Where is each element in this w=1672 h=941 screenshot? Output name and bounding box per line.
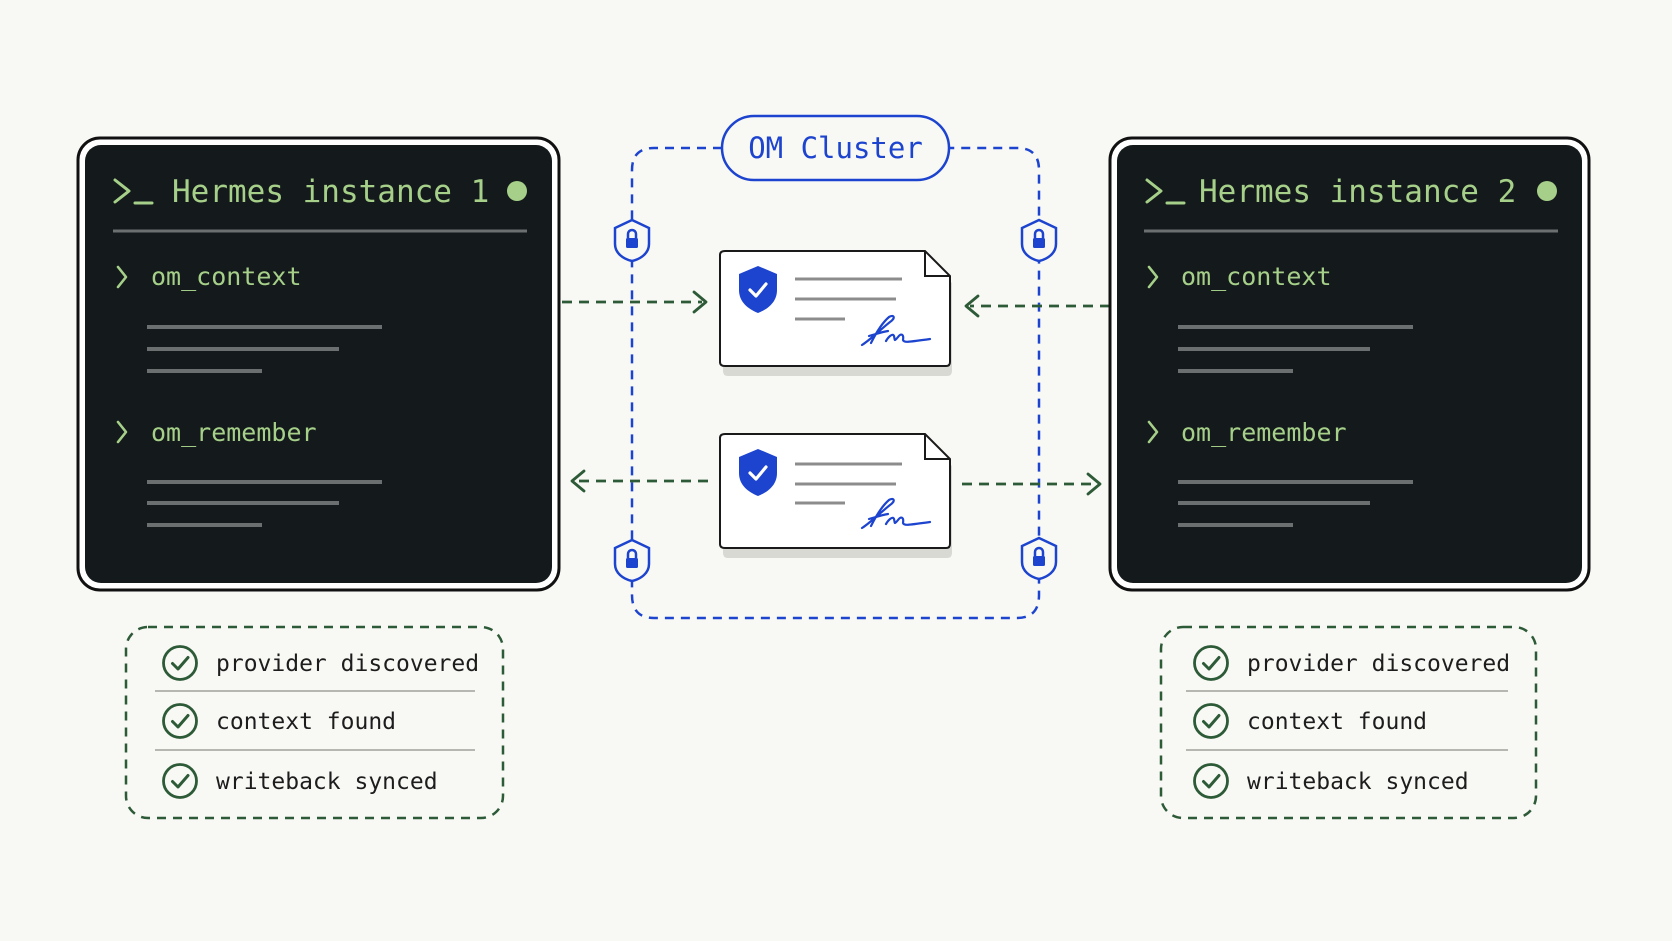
command-label: om_remember bbox=[1181, 418, 1347, 447]
check-circle-icon bbox=[162, 703, 198, 739]
check-circle-icon bbox=[1193, 763, 1229, 799]
command-label: om_context bbox=[151, 262, 302, 291]
check-circle-icon bbox=[162, 645, 198, 681]
lock-shield-icon bbox=[613, 218, 651, 262]
check-circle-icon bbox=[162, 763, 198, 799]
cluster-label: OM Cluster bbox=[748, 131, 923, 165]
command-label: om_remember bbox=[151, 418, 317, 447]
status-dot-icon bbox=[507, 181, 527, 201]
lock-shield-icon bbox=[1020, 536, 1058, 580]
arrow-instance1-to-document bbox=[562, 290, 708, 314]
arrow-document-to-instance1 bbox=[570, 469, 708, 493]
signed-document-1 bbox=[719, 250, 952, 376]
terminal-instance-2: Hermes instance 2 om_context om_remember bbox=[1108, 136, 1591, 592]
check-circle-icon bbox=[1193, 703, 1229, 739]
check-circle-icon bbox=[1193, 645, 1229, 681]
status-checklist-1: provider discovered context found writeb… bbox=[124, 625, 505, 820]
status-item: context found bbox=[216, 709, 396, 735]
arrow-document-to-instance2 bbox=[962, 472, 1102, 496]
status-item: context found bbox=[1247, 709, 1427, 735]
terminal-title: Hermes instance 2 bbox=[1199, 174, 1516, 210]
lock-shield-icon bbox=[613, 538, 651, 582]
status-item: provider discovered bbox=[1247, 651, 1510, 677]
terminal-title: Hermes instance 1 bbox=[172, 174, 489, 210]
status-dot-icon bbox=[1537, 181, 1557, 201]
status-item: writeback synced bbox=[216, 769, 438, 795]
cluster-label-pill: OM Cluster bbox=[720, 114, 951, 182]
status-item: writeback synced bbox=[1247, 769, 1469, 795]
status-checklist-2: provider discovered context found writeb… bbox=[1159, 625, 1538, 820]
om-cluster-diagram: OM Cluster Hermes instance 1 om_context … bbox=[76, 114, 1591, 820]
status-item: provider discovered bbox=[216, 651, 479, 677]
terminal-instance-1: Hermes instance 1 om_context om_remember bbox=[76, 136, 561, 592]
signed-document-2 bbox=[719, 433, 952, 558]
arrow-instance2-to-document bbox=[964, 294, 1110, 318]
command-label: om_context bbox=[1181, 262, 1332, 291]
lock-shield-icon bbox=[1020, 218, 1058, 262]
